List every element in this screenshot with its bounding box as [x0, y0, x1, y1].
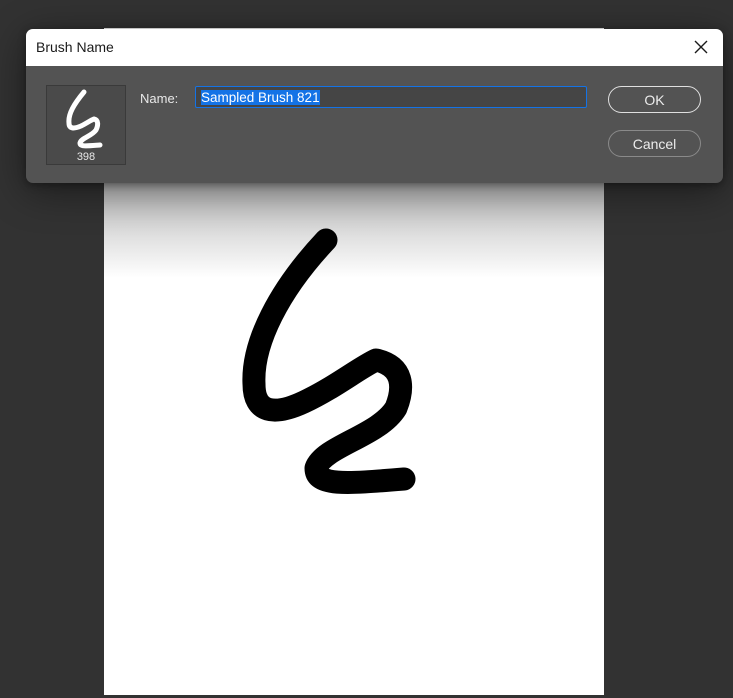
- brush-name-input[interactable]: [195, 86, 587, 108]
- close-button[interactable]: [687, 33, 715, 61]
- ok-button[interactable]: OK: [608, 86, 701, 113]
- cancel-button[interactable]: Cancel: [608, 130, 701, 157]
- dialog-titlebar: Brush Name: [26, 29, 723, 66]
- name-label: Name:: [140, 91, 179, 106]
- brush-size-label: 398: [76, 151, 96, 163]
- close-icon: [694, 40, 708, 54]
- brush-name-dialog: Brush Name 398 Name: OK Cancel: [26, 29, 723, 183]
- dialog-title: Brush Name: [36, 39, 114, 55]
- brush-preview: 398: [46, 85, 126, 165]
